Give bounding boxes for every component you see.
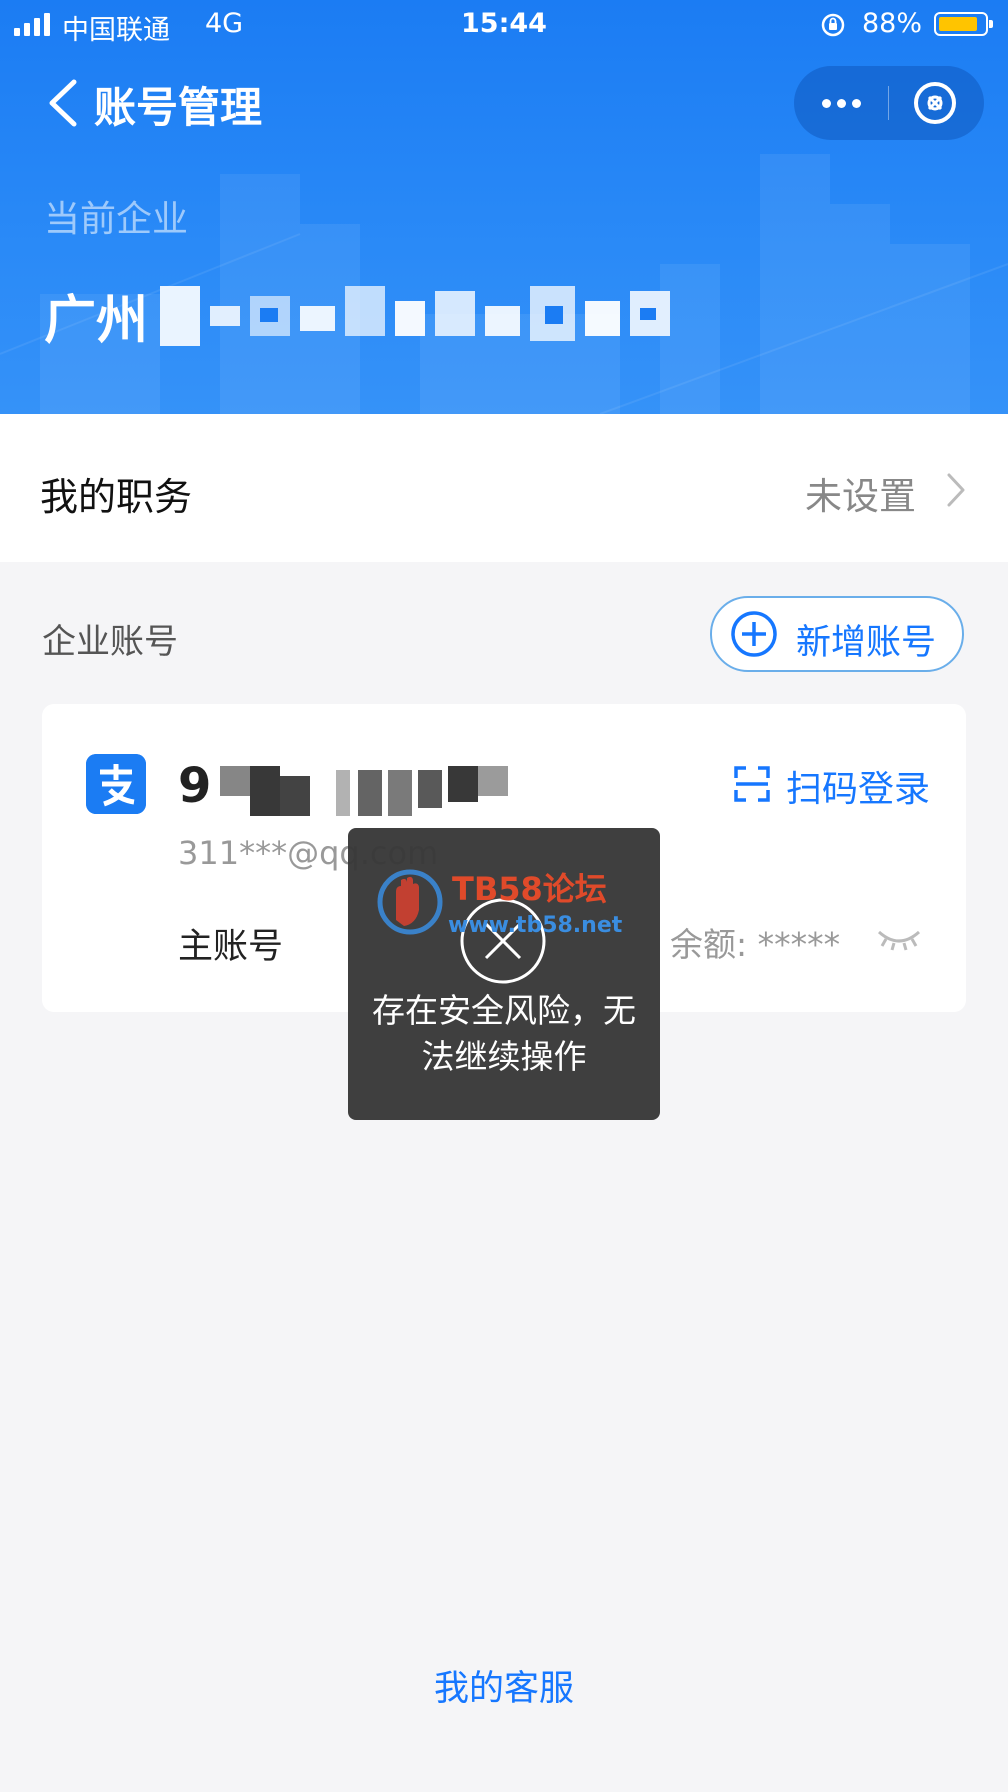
job-value: 未设置 (805, 475, 916, 518)
current-company-label: 当前企业 (44, 199, 189, 240)
close-circle-icon[interactable] (890, 66, 984, 140)
account-balance: 余额: ***** (670, 925, 841, 964)
job-row[interactable]: 我的职务 未设置 (0, 414, 1008, 562)
redacted-account-name: 9 (178, 758, 508, 816)
company-name: 广州 (44, 291, 149, 351)
status-bar: 中国联通 4G 15:44 88% (0, 0, 1008, 52)
clock: 15:44 (461, 8, 547, 39)
rotation-lock-icon (821, 13, 845, 37)
add-account-button[interactable]: 新增账号 (710, 596, 964, 672)
watermark-url: www.tb58.net (448, 913, 623, 938)
toast-message: 存在安全风险，无法继续操作 (372, 991, 636, 1076)
page-title: 账号管理 (94, 83, 263, 132)
chevron-right-icon (947, 473, 965, 507)
alipay-logo-icon (86, 754, 146, 814)
scan-login-label: 扫码登录 (786, 769, 931, 810)
scan-login-button[interactable]: 扫码登录 (732, 760, 942, 810)
more-dots-icon[interactable] (794, 66, 888, 140)
battery-percent: 88% (862, 8, 923, 39)
job-label: 我的职务 (40, 475, 193, 519)
battery-icon (934, 12, 993, 36)
eye-closed-icon[interactable] (876, 924, 922, 954)
mini-program-capsule (794, 66, 984, 140)
plus-circle-icon (731, 611, 777, 657)
scan-icon (734, 766, 770, 802)
forum-watermark: TB58论坛 www.tb58.net (377, 869, 623, 938)
add-account-label: 新增账号 (796, 623, 937, 663)
hand-icon (396, 876, 419, 926)
customer-service-link[interactable]: 我的客服 (0, 1660, 1008, 1711)
capsule-divider (888, 86, 889, 120)
redacted-company-name (160, 286, 670, 346)
watermark-title: TB58论坛 (452, 870, 607, 908)
chevron-left-icon[interactable] (46, 78, 80, 128)
account-type: 主账号 (178, 927, 284, 967)
account-name-visible: 9 (178, 758, 211, 814)
header-banner: 中国联通 4G 15:44 88% 账号管理 当前企业 广州 (0, 0, 1008, 414)
accounts-section-label: 企业账号 (42, 622, 178, 662)
city-skyline-decoration (0, 154, 1008, 414)
